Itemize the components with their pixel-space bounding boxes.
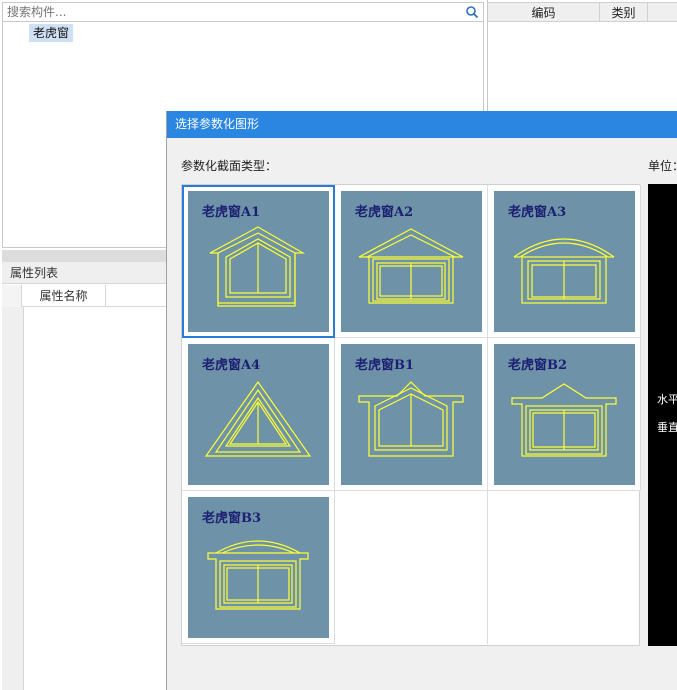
shape-label: 老虎窗B2 — [508, 358, 568, 373]
properties-table — [2, 307, 166, 690]
properties-header: 属性列表 — [2, 262, 166, 284]
shape-cell-b2[interactable]: 老虎窗B2 — [488, 338, 641, 491]
shape-cell-a1[interactable]: 老虎窗A1 — [182, 185, 335, 338]
shape-thumbnail: 老虎窗B1 — [341, 344, 482, 485]
properties-column-header: 属性名称 — [2, 285, 166, 307]
shape-label: 老虎窗A2 — [355, 205, 414, 220]
vertical-label: 垂直 — [657, 421, 677, 434]
property-name-column[interactable]: 属性名称 — [22, 285, 106, 307]
shape-thumbnail: 老虎窗B3 — [188, 497, 329, 638]
shape-thumbnail: 老虎窗A2 — [341, 191, 482, 332]
shape-thumbnail: 老虎窗A1 — [188, 191, 329, 332]
search-input[interactable] — [7, 4, 457, 20]
dialog-title[interactable]: 选择参数化图形 — [167, 111, 677, 138]
row-header-corner — [2, 285, 22, 307]
shape-label: 老虎窗A4 — [202, 358, 261, 373]
shape-thumbnail: 老虎窗B2 — [494, 344, 635, 485]
search-bar — [2, 2, 484, 22]
shape-thumbnail: 老虎窗A3 — [494, 191, 635, 332]
shape-cell-a2[interactable]: 老虎窗A2 — [335, 185, 488, 338]
shape-preview: 水平 垂直 — [648, 184, 677, 646]
shape-label: 老虎窗B3 — [202, 511, 262, 526]
shape-label: 老虎窗B1 — [355, 358, 415, 373]
column-code[interactable]: 编码 — [488, 2, 600, 22]
shape-thumbnail: 老虎窗A4 — [188, 344, 329, 485]
select-parametric-shape-dialog: 选择参数化图形 参数化截面类型： 单位： 老虎窗A1 — [166, 111, 677, 690]
shape-gallery: 老虎窗A1 老虎窗A2 老虎窗A3 老虎窗A4 老虎窗B1 老虎窗B2 老虎窗B… — [181, 184, 641, 646]
shape-label: 老虎窗A3 — [508, 205, 567, 220]
component-table: 编码 类别 — [487, 0, 677, 112]
splitter[interactable] — [2, 250, 166, 262]
shape-cell-b1[interactable]: 老虎窗B1 — [335, 338, 488, 491]
horizontal-label: 水平 — [657, 393, 677, 406]
column-extra[interactable] — [648, 2, 677, 22]
row-gutter — [2, 307, 24, 690]
shape-label: 老虎窗A1 — [202, 205, 261, 220]
section-type-label: 参数化截面类型： — [181, 159, 278, 173]
empty-cell — [335, 491, 488, 644]
shape-cell-a3[interactable]: 老虎窗A3 — [488, 185, 641, 338]
column-category[interactable]: 类别 — [600, 2, 648, 22]
shape-cell-a4[interactable]: 老虎窗A4 — [182, 338, 335, 491]
shape-cell-b3[interactable]: 老虎窗B3 — [182, 491, 335, 644]
unit-label: 单位： — [648, 159, 677, 173]
search-icon[interactable] — [465, 5, 479, 19]
tree-item-dormer[interactable]: 老虎窗 — [29, 24, 74, 42]
